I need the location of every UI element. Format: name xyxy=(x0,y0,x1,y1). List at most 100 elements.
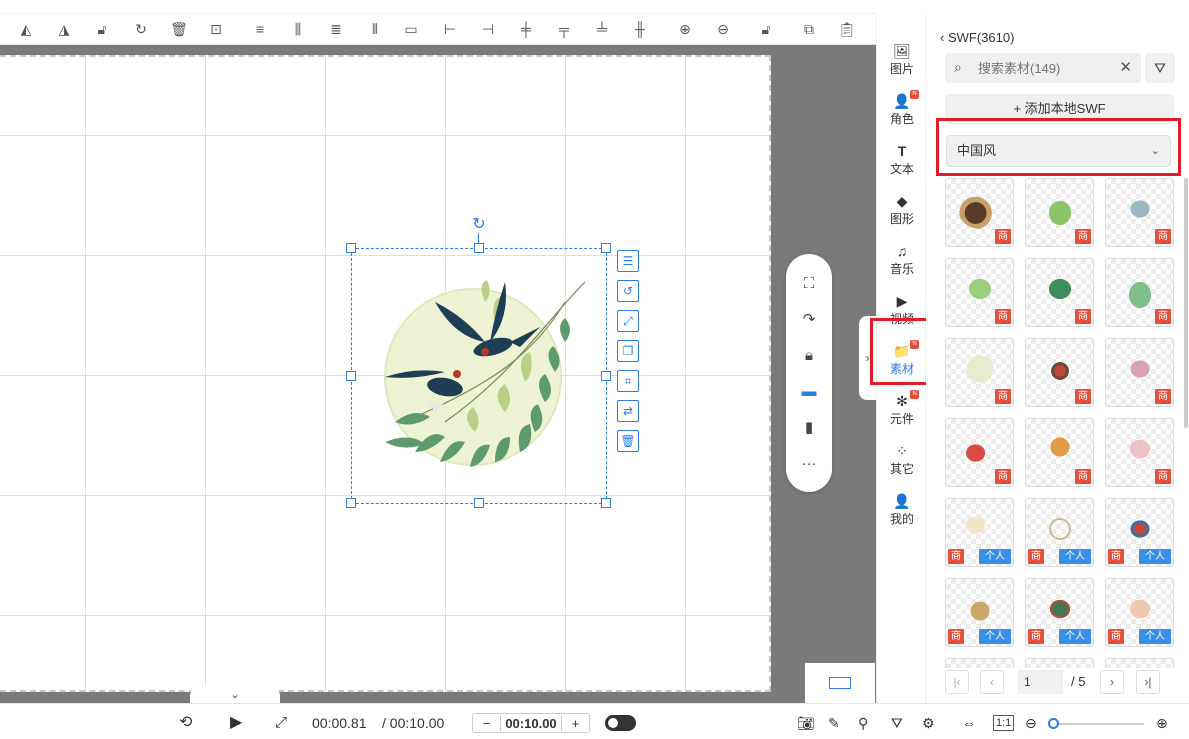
fit-icon[interactable]: ⤢ xyxy=(617,310,639,332)
rotate-icon[interactable]: ↷ xyxy=(786,302,832,338)
filter-icon[interactable]: ⛛ xyxy=(891,714,903,732)
first-page-button[interactable]: |‹ xyxy=(945,670,969,694)
timeline-toggle-button[interactable]: ⌄ xyxy=(190,686,280,704)
material-tile[interactable]: 商 xyxy=(945,258,1014,327)
edit-icon[interactable]: ✎ xyxy=(828,714,840,732)
mini-preview[interactable] xyxy=(805,663,875,703)
material-tile[interactable]: 商 xyxy=(945,178,1014,247)
fit-width-icon[interactable]: ⇔ xyxy=(962,714,976,732)
distribute-h-icon[interactable]: ╧ xyxy=(593,20,611,38)
rotate-icon[interactable]: ↻ xyxy=(132,20,150,38)
nav-item-music[interactable]: ♫ 音乐 xyxy=(877,236,927,284)
resize-handle-t[interactable] xyxy=(474,243,484,253)
resize-handle-r[interactable] xyxy=(601,371,611,381)
page-input[interactable] xyxy=(1018,670,1063,694)
camera-icon[interactable]: 📷︎ xyxy=(797,714,815,732)
focus-icon[interactable]: ⊡ xyxy=(207,20,225,38)
align-v-icon[interactable]: ╤ xyxy=(555,20,573,38)
material-tile[interactable]: 商 个人 xyxy=(1105,498,1174,567)
material-tile[interactable]: 商 xyxy=(1105,338,1174,407)
lock-icon[interactable]: 🔓︎ xyxy=(757,20,775,38)
unlock-icon[interactable]: 🔓︎ xyxy=(93,20,111,38)
align-center-icon[interactable]: ⊢ xyxy=(441,20,459,38)
nav-item-shape[interactable]: ◆ 图形 xyxy=(877,186,927,234)
delete-icon[interactable]: 🗑︎ xyxy=(617,430,639,452)
align-right-icon[interactable]: ⊣ xyxy=(479,20,497,38)
zoom-in-icon[interactable]: ⊕ xyxy=(676,20,694,38)
material-tile[interactable]: 商 个人 xyxy=(945,578,1014,647)
screenshot-icon[interactable]: ⛶ xyxy=(786,266,832,302)
align-bottom-icon[interactable]: ≣ xyxy=(327,20,345,38)
delete-icon[interactable]: 🗑︎ xyxy=(170,20,188,38)
rotate-icon[interactable]: ↺ xyxy=(617,280,639,302)
duration-plus-button[interactable]: + xyxy=(561,715,589,731)
nav-item-component[interactable]: ✻ 元件 N xyxy=(877,386,927,434)
rotate-handle-icon[interactable]: ↻ xyxy=(470,216,488,234)
distribute-v-icon[interactable]: ╫ xyxy=(631,20,649,38)
more-icon[interactable]: ··· xyxy=(786,446,832,482)
material-tile[interactable]: 商 个人 xyxy=(1105,578,1174,647)
actual-size-icon[interactable]: 1:1 xyxy=(993,715,1015,731)
screen-icon[interactable]: ▬ xyxy=(786,374,832,410)
filter-button[interactable]: ⛛ xyxy=(1145,53,1175,83)
material-tile[interactable]: 商 xyxy=(1025,418,1094,487)
copy-icon[interactable]: ⧉ xyxy=(800,20,818,38)
material-tile[interactable]: 商 xyxy=(1025,178,1094,247)
nav-item-character[interactable]: 👤 角色 N xyxy=(877,86,927,134)
distribute-icon[interactable]: ⦀ xyxy=(366,20,384,38)
nav-item-other[interactable]: ⁘ 其它 xyxy=(877,436,927,484)
align-icon[interactable]: ☰ xyxy=(617,250,639,272)
flip-horizontal-icon[interactable]: ◭ xyxy=(17,20,35,38)
material-tile[interactable]: 商 个人 xyxy=(945,498,1014,567)
zoom-out-icon[interactable]: ⊖ xyxy=(714,20,732,38)
material-tile[interactable]: 商 个人 xyxy=(1025,498,1094,567)
crop-icon[interactable]: ⌗ xyxy=(617,370,639,392)
replace-icon[interactable]: ⇄ xyxy=(617,400,639,422)
duration-value[interactable]: 00:10.00 xyxy=(501,716,561,731)
next-page-button[interactable]: › xyxy=(1100,670,1124,694)
material-tile[interactable]: 商 xyxy=(1105,258,1174,327)
material-tile[interactable] xyxy=(1105,658,1174,668)
nav-item-mine[interactable]: 👤 我的 xyxy=(877,486,927,534)
search-input[interactable] xyxy=(978,58,1108,78)
duration-minus-button[interactable]: − xyxy=(473,715,501,731)
material-tile[interactable]: 商 xyxy=(1025,258,1094,327)
resize-handle-br[interactable] xyxy=(601,498,611,508)
align-middle-icon[interactable]: ⫼ xyxy=(289,20,307,38)
clear-icon[interactable]: ✕ xyxy=(1119,58,1132,76)
resize-handle-tl[interactable] xyxy=(346,243,356,253)
prev-page-button[interactable]: ‹ xyxy=(980,670,1004,694)
material-tile[interactable]: 商 xyxy=(1105,178,1174,247)
loop-toggle[interactable] xyxy=(605,715,636,731)
zoom-out-icon[interactable]: ⊖ xyxy=(1025,714,1037,732)
lock-icon[interactable]: 🔒︎ xyxy=(786,338,832,374)
nav-item-text[interactable]: T 文本 xyxy=(877,136,927,184)
mobile-icon[interactable]: ▮ xyxy=(786,410,832,446)
material-tile[interactable]: 商 个人 xyxy=(1025,578,1094,647)
fullscreen-icon[interactable]: ⤢ xyxy=(275,714,287,732)
zoom-in-icon[interactable]: ⊕ xyxy=(1156,714,1168,732)
material-tile[interactable] xyxy=(945,658,1014,668)
material-tile[interactable]: 商 xyxy=(1105,418,1174,487)
resize-handle-b[interactable] xyxy=(474,498,484,508)
resize-handle-l[interactable] xyxy=(346,371,356,381)
replay-icon[interactable]: ⟲ xyxy=(179,714,192,732)
material-tile[interactable] xyxy=(1025,658,1094,668)
material-tile[interactable]: 商 xyxy=(1025,338,1094,407)
selection-box[interactable] xyxy=(351,248,607,504)
panel-scrollbar[interactable] xyxy=(1184,178,1188,428)
material-tile[interactable]: 商 xyxy=(945,338,1014,407)
stamp-icon[interactable]: ⚲ xyxy=(858,714,868,732)
align-h-icon[interactable]: ╪ xyxy=(517,20,535,38)
zoom-slider-track[interactable] xyxy=(1050,723,1144,725)
resize-handle-tr[interactable] xyxy=(601,243,611,253)
align-top-icon[interactable]: ≡ xyxy=(251,20,269,38)
settings-sliders-icon[interactable]: ⚙ xyxy=(922,714,935,732)
last-page-button[interactable]: ›| xyxy=(1136,670,1160,694)
back-link[interactable]: ‹ SWF(3610) xyxy=(940,30,1014,45)
material-tile[interactable]: 商 xyxy=(945,418,1014,487)
zoom-slider-knob[interactable] xyxy=(1048,718,1059,729)
layer-icon[interactable]: ❐ xyxy=(617,340,639,362)
resize-handle-bl[interactable] xyxy=(346,498,356,508)
paste-icon[interactable]: 📋︎ xyxy=(838,20,856,38)
